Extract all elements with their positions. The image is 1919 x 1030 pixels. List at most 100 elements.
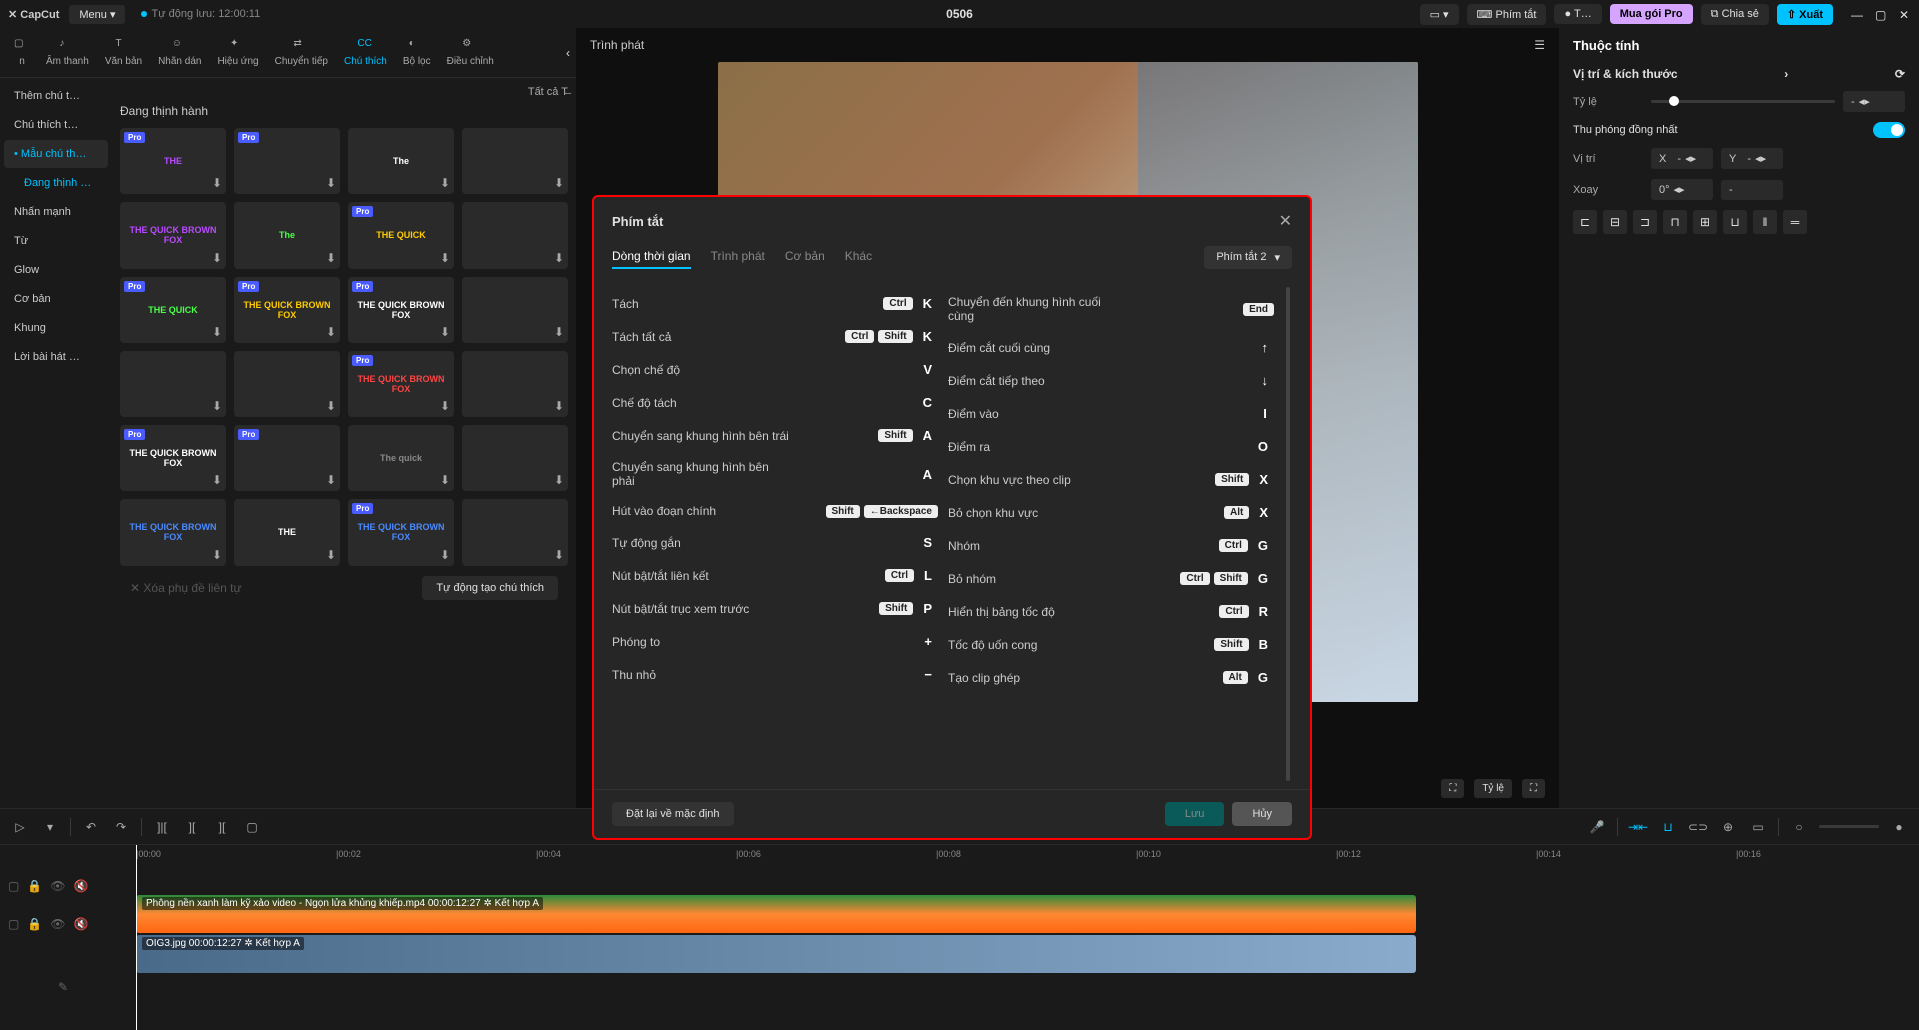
- download-icon[interactable]: ⬇: [326, 399, 336, 413]
- mute-icon[interactable]: 🔇: [74, 879, 89, 893]
- download-icon[interactable]: ⬇: [326, 473, 336, 487]
- caption-thumbnail[interactable]: ProTHE QUICK BROWN FOX⬇: [234, 277, 340, 343]
- download-icon[interactable]: ⬇: [440, 325, 450, 339]
- lock-icon[interactable]: 🔒: [27, 917, 42, 931]
- caption-thumbnail[interactable]: ProTHE QUICK BROWN FOX⬇: [348, 499, 454, 565]
- shortcut-row[interactable]: Phóng to+: [612, 625, 938, 658]
- caption-thumbnail[interactable]: ProTHE QUICK BROWN FOX⬇: [120, 425, 226, 491]
- media-tab-2[interactable]: TVăn bản: [99, 34, 148, 71]
- media-tab-1[interactable]: ♪Âm thanh: [40, 34, 95, 71]
- category-item[interactable]: Đang thịnh …: [4, 169, 108, 197]
- download-icon[interactable]: ⬇: [212, 325, 222, 339]
- download-icon[interactable]: ⬇: [212, 548, 222, 562]
- pointer-tool-icon[interactable]: ▷: [10, 817, 30, 837]
- download-icon[interactable]: ⬇: [554, 473, 564, 487]
- media-tab-5[interactable]: ⇄Chuyển tiếp: [269, 34, 334, 71]
- visibility-icon[interactable]: 👁: [50, 879, 65, 893]
- shortcut-row[interactable]: Điểm raO: [948, 430, 1274, 463]
- caption-thumbnail[interactable]: The⬇: [348, 128, 454, 194]
- distribute-h-icon[interactable]: ‖: [1753, 210, 1777, 234]
- cancel-button[interactable]: Hủy: [1232, 802, 1292, 826]
- snap-icon[interactable]: ⇥⇤: [1628, 817, 1648, 837]
- collapse-icon[interactable]: ‹: [566, 46, 570, 60]
- shortcut-row[interactable]: Chuyển sang khung hình bên tráiShiftA: [612, 419, 938, 452]
- redo-icon[interactable]: ↷: [111, 817, 131, 837]
- shortcut-row[interactable]: Tốc độ uốn congShiftB: [948, 628, 1274, 661]
- link-icon[interactable]: ⊂⊃: [1688, 817, 1708, 837]
- download-icon[interactable]: ⬇: [554, 176, 564, 190]
- align-right-icon[interactable]: ⊐: [1633, 210, 1657, 234]
- menu-button[interactable]: Menu ▾: [69, 5, 125, 24]
- scrollbar[interactable]: [1286, 287, 1290, 781]
- caption-thumbnail[interactable]: The quick⬇: [348, 425, 454, 491]
- caption-thumbnail[interactable]: ⬇: [462, 202, 568, 268]
- shortcut-row[interactable]: Điểm cắt tiếp theo↓: [948, 364, 1274, 397]
- delete-icon[interactable]: ▢: [242, 817, 262, 837]
- crop-icon[interactable]: ⛶: [1441, 779, 1464, 798]
- caption-thumbnail[interactable]: Pro⬇: [234, 425, 340, 491]
- caption-thumbnail[interactable]: ProTHE QUICK⬇: [348, 202, 454, 268]
- shortcut-row[interactable]: Tạo clip ghépAltG: [948, 661, 1274, 694]
- layout-button[interactable]: ▭ ▾: [1420, 4, 1459, 25]
- category-item[interactable]: • Mẫu chú th…: [4, 140, 108, 168]
- shortcut-row[interactable]: Thu nhỏ−: [612, 658, 938, 691]
- modal-tab[interactable]: Dòng thời gian: [612, 245, 691, 269]
- zoom-in-icon[interactable]: ●: [1889, 817, 1909, 837]
- shortcut-row[interactable]: Hiển thị bảng tốc độCtrlR: [948, 595, 1274, 628]
- caption-thumbnail[interactable]: Pro⬇: [234, 128, 340, 194]
- user-avatar[interactable]: ● T…: [1554, 4, 1601, 24]
- minimize-icon[interactable]: —: [1851, 8, 1863, 20]
- shortcut-row[interactable]: Chế độ táchC: [612, 386, 938, 419]
- chevron-right-icon[interactable]: ›: [1784, 67, 1788, 81]
- shortcut-row[interactable]: Điểm vàoI: [948, 397, 1274, 430]
- zoom-slider[interactable]: [1819, 825, 1879, 828]
- rotate-input[interactable]: 0° ◂▸: [1651, 179, 1713, 200]
- modal-tab[interactable]: Trình phát: [711, 245, 765, 269]
- caption-thumbnail[interactable]: ⬇: [462, 351, 568, 417]
- split-icon[interactable]: ]|[: [152, 817, 172, 837]
- align-left-icon[interactable]: ⊏: [1573, 210, 1597, 234]
- category-item[interactable]: Chú thích t…: [4, 111, 108, 139]
- align-top-icon[interactable]: ⊓: [1663, 210, 1687, 234]
- shortcut-row[interactable]: Bỏ chọn khu vựcAltX: [948, 496, 1274, 529]
- close-icon[interactable]: ✕: [1899, 8, 1911, 20]
- download-icon[interactable]: ⬇: [212, 399, 222, 413]
- media-tab-4[interactable]: ✦Hiệu ứng: [211, 34, 264, 71]
- shortcut-row[interactable]: Điểm cắt cuối cùng↑: [948, 331, 1274, 364]
- shortcut-row[interactable]: Chọn chế độV: [612, 353, 938, 386]
- auto-caption-button[interactable]: Tự động tạo chú thích: [422, 576, 558, 600]
- chevron-down-icon[interactable]: ▾: [40, 817, 60, 837]
- caption-thumbnail[interactable]: ProTHE QUICK⬇: [120, 277, 226, 343]
- category-item[interactable]: Nhấn mạnh: [4, 198, 108, 226]
- shortcut-row[interactable]: Bỏ nhómCtrlShiftG: [948, 562, 1274, 595]
- distribute-v-icon[interactable]: ═: [1783, 210, 1807, 234]
- lock-icon[interactable]: 🔒: [27, 879, 42, 893]
- scale-value[interactable]: - ◂▸: [1843, 91, 1905, 112]
- align-center-h-icon[interactable]: ⊟: [1603, 210, 1627, 234]
- mirror-button[interactable]: -: [1721, 180, 1783, 200]
- download-icon[interactable]: ⬇: [212, 251, 222, 265]
- download-icon[interactable]: ⬇: [440, 176, 450, 190]
- upgrade-pro-button[interactable]: Mua gói Pro: [1610, 4, 1693, 24]
- category-item[interactable]: Từ: [4, 227, 108, 255]
- split-left-icon[interactable]: ][: [182, 817, 202, 837]
- modal-close-icon[interactable]: ✕: [1279, 211, 1292, 231]
- category-item[interactable]: Khung: [4, 314, 108, 342]
- category-item[interactable]: Cơ bản: [4, 285, 108, 313]
- mic-icon[interactable]: 🎤: [1587, 817, 1607, 837]
- download-icon[interactable]: ⬇: [554, 399, 564, 413]
- modal-tab[interactable]: Khác: [845, 245, 872, 269]
- caption-thumbnail[interactable]: ProTHE QUICK BROWN FOX⬇: [348, 351, 454, 417]
- download-icon[interactable]: ⬇: [326, 325, 336, 339]
- download-icon[interactable]: ⬇: [440, 548, 450, 562]
- shortcut-row[interactable]: Chuyển đến khung hình cuối cùngEnd: [948, 287, 1274, 331]
- clip-video-1[interactable]: Phông nền xanh làm kỹ xảo video - Ngọn l…: [136, 895, 1416, 933]
- shortcut-row[interactable]: Nút bật/tắt liên kếtCtrlL: [612, 559, 938, 592]
- caption-thumbnail[interactable]: ⬇: [462, 425, 568, 491]
- playhead[interactable]: [136, 845, 137, 1030]
- download-icon[interactable]: ⬇: [554, 325, 564, 339]
- download-icon[interactable]: ⬇: [212, 473, 222, 487]
- reset-icon[interactable]: ⟳: [1895, 67, 1905, 81]
- uniform-scale-toggle[interactable]: [1873, 122, 1905, 138]
- download-icon[interactable]: ⬇: [554, 548, 564, 562]
